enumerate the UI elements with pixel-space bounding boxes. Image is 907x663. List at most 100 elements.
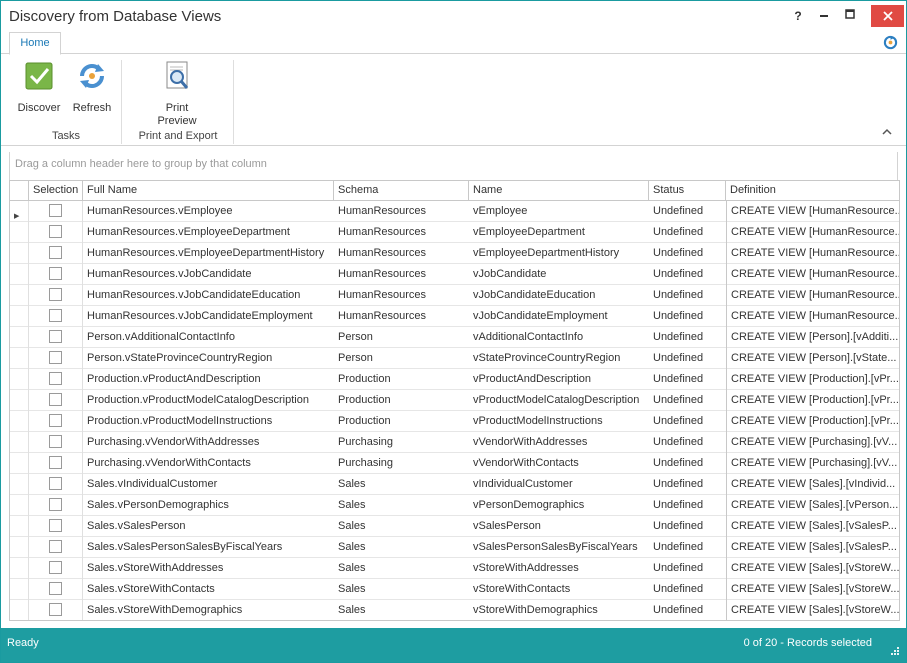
selection-checkbox[interactable] xyxy=(49,561,62,574)
minimize-icon xyxy=(820,15,828,17)
selection-checkbox[interactable] xyxy=(49,246,62,259)
selection-checkbox[interactable] xyxy=(49,351,62,364)
cell-schema: HumanResources xyxy=(338,268,427,280)
table-row[interactable]: Person.vStateProvinceCountryRegion Person… xyxy=(10,348,899,369)
selection-checkbox[interactable] xyxy=(49,603,62,616)
cell-full-name: Sales.vStoreWithContacts xyxy=(87,583,215,595)
table-row[interactable]: HumanResources.vEmployeeDepartmentHistor… xyxy=(10,243,899,264)
cell-definition: CREATE VIEW [HumanResource... xyxy=(726,222,899,243)
header-name[interactable]: Name xyxy=(469,181,649,201)
cell-name: vSalesPerson xyxy=(473,520,541,532)
selection-checkbox[interactable] xyxy=(49,288,62,301)
row-indicator xyxy=(10,474,29,495)
table-row[interactable]: Sales.vIndividualCustomer Sales vIndividua… xyxy=(10,474,899,495)
cell-definition: CREATE VIEW [Person].[vState... xyxy=(726,348,899,369)
table-row[interactable]: HumanResources.vJobCandidate HumanResourc… xyxy=(10,264,899,285)
cell-selection xyxy=(29,600,83,620)
ribbon-tab-row: Home xyxy=(1,32,906,55)
minimize-button[interactable] xyxy=(812,6,836,26)
selection-checkbox[interactable] xyxy=(49,267,62,280)
cell-name: vEmployeeDepartment xyxy=(473,226,585,238)
maximize-button[interactable] xyxy=(838,6,862,26)
cell-definition: CREATE VIEW [Sales].[vSalesP... xyxy=(726,537,899,558)
table-row[interactable]: Production.vProductModelCatalogDescripti… xyxy=(10,390,899,411)
views-grid: Selection Full Name Schema Name Status D… xyxy=(9,180,900,621)
cell-definition: CREATE VIEW [Sales].[vPerson... xyxy=(726,495,899,516)
cell-name: vJobCandidate xyxy=(473,268,547,280)
cell-status: Undefined xyxy=(653,289,704,301)
selection-checkbox[interactable] xyxy=(49,498,62,511)
help-button[interactable]: ? xyxy=(786,6,810,26)
current-row-arrow-icon: ▶ xyxy=(14,213,20,220)
cell-definition: CREATE VIEW [HumanResource... xyxy=(726,264,899,285)
refresh-button[interactable]: Refresh xyxy=(67,60,117,115)
selection-checkbox[interactable] xyxy=(49,225,62,238)
cell-name: vVendorWithContacts xyxy=(473,457,579,469)
selection-checkbox[interactable] xyxy=(49,393,62,406)
discover-label: Discover xyxy=(17,102,61,114)
table-row[interactable]: HumanResources.vJobCandidateEducation Hum… xyxy=(10,285,899,306)
selection-checkbox[interactable] xyxy=(49,204,62,217)
table-row[interactable]: HumanResources.vJobCandidateEmployment Hu… xyxy=(10,306,899,327)
selection-checkbox[interactable] xyxy=(49,414,62,427)
selection-checkbox[interactable] xyxy=(49,330,62,343)
close-button[interactable] xyxy=(871,5,904,27)
header-definition[interactable]: Definition xyxy=(726,181,899,201)
header-full-name[interactable]: Full Name xyxy=(83,181,334,201)
selection-checkbox[interactable] xyxy=(49,519,62,532)
table-row[interactable]: Production.vProductAndDescription Product… xyxy=(10,369,899,390)
table-row[interactable]: Purchasing.vVendorWithAddresses Purchasin… xyxy=(10,432,899,453)
cell-schema: Purchasing xyxy=(338,436,394,448)
refresh-label: Refresh xyxy=(72,102,112,114)
cell-selection xyxy=(29,348,83,369)
cell-schema: Purchasing xyxy=(338,457,394,469)
app-window: Discovery from Database Views ? Home Dis… xyxy=(0,0,907,663)
table-row[interactable]: Sales.vSalesPersonSalesByFiscalYears Sale… xyxy=(10,537,899,558)
table-row[interactable]: Sales.vPersonDemographics Sales vPersonDem… xyxy=(10,495,899,516)
cell-schema: Production xyxy=(338,373,391,385)
cell-selection xyxy=(29,306,83,327)
table-row[interactable]: Sales.vStoreWithDemographics Sales vStoreW… xyxy=(10,600,899,620)
cell-selection xyxy=(29,558,83,579)
table-row[interactable]: Purchasing.vVendorWithContacts Purchasing… xyxy=(10,453,899,474)
cell-definition: CREATE VIEW [Production].[vPr... xyxy=(726,390,899,411)
cell-selection xyxy=(29,264,83,285)
selection-checkbox[interactable] xyxy=(49,540,62,553)
table-row[interactable]: HumanResources.vEmployeeDepartment HumanR… xyxy=(10,222,899,243)
selection-checkbox[interactable] xyxy=(49,372,62,385)
cell-definition: CREATE VIEW [Production].[vPr... xyxy=(726,411,899,432)
header-selection[interactable]: Selection xyxy=(29,181,83,201)
selection-checkbox[interactable] xyxy=(49,435,62,448)
tab-home[interactable]: Home xyxy=(9,32,61,55)
collapse-ribbon-button[interactable] xyxy=(882,128,892,139)
header-status[interactable]: Status xyxy=(649,181,726,201)
cell-selection xyxy=(29,474,83,495)
discover-button[interactable]: Discover xyxy=(13,60,65,115)
cell-name: vStoreWithDemographics xyxy=(473,604,598,616)
selection-checkbox[interactable] xyxy=(49,582,62,595)
refresh-icon[interactable] xyxy=(883,35,898,50)
table-row[interactable]: Person.vAdditionalContactInfo Person vAddi… xyxy=(10,327,899,348)
table-row[interactable]: Production.vProductModelInstructions Prod… xyxy=(10,411,899,432)
header-schema[interactable]: Schema xyxy=(334,181,469,201)
cell-schema: HumanResources xyxy=(338,226,427,238)
table-row[interactable]: Sales.vSalesPerson Sales vSalesPerson Undef… xyxy=(10,516,899,537)
cell-selection xyxy=(29,222,83,243)
cell-schema: Sales xyxy=(338,478,366,490)
group-by-panel[interactable]: Drag a column header here to group by th… xyxy=(9,152,898,180)
selection-checkbox[interactable] xyxy=(49,456,62,469)
cell-definition: CREATE VIEW [Sales].[vStoreW... xyxy=(726,579,899,600)
table-row[interactable]: ▶ HumanResources.vEmployee HumanResources v… xyxy=(10,201,899,222)
cell-schema: Sales xyxy=(338,604,366,616)
print-preview-button[interactable]: Print Preview xyxy=(151,60,203,128)
row-indicator xyxy=(10,243,29,264)
selection-checkbox[interactable] xyxy=(49,477,62,490)
table-row[interactable]: Sales.vStoreWithAddresses Sales vStoreWith… xyxy=(10,558,899,579)
cell-full-name: Sales.vStoreWithDemographics xyxy=(87,604,243,616)
resize-grip-icon[interactable] xyxy=(890,646,900,656)
cell-schema: Production xyxy=(338,415,391,427)
table-row[interactable]: Sales.vStoreWithContacts Sales vStoreWithC… xyxy=(10,579,899,600)
cell-selection xyxy=(29,243,83,264)
selection-checkbox[interactable] xyxy=(49,309,62,322)
cell-full-name: Production.vProductModelInstructions xyxy=(87,415,273,427)
